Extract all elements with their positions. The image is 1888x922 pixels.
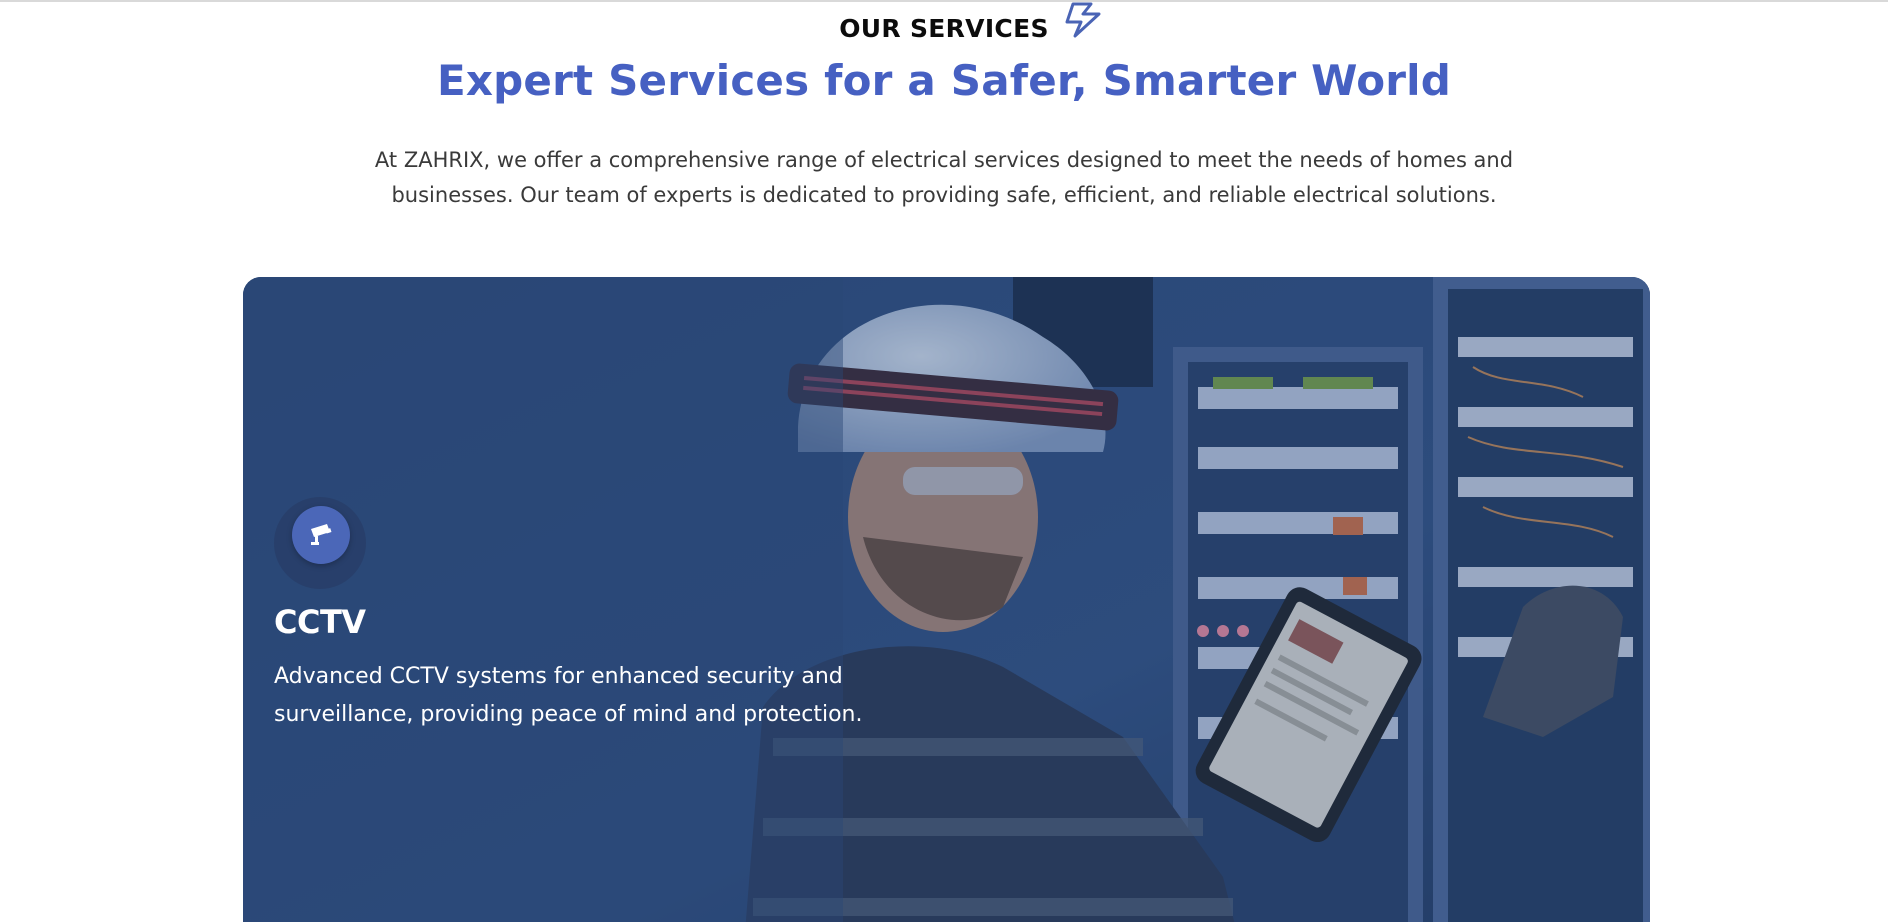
lightning-bolt-icon	[1065, 2, 1101, 38]
top-divider	[0, 0, 1888, 2]
section-headline: Expert Services for a Safer, Smarter Wor…	[436, 56, 1452, 105]
service-card-cctv[interactable]: CCTV Advanced CCTV systems for enhanced …	[243, 277, 1650, 922]
service-title: CCTV	[274, 603, 366, 641]
electrician-photo	[243, 277, 1650, 922]
cctv-camera-glyph	[311, 524, 332, 545]
services-section: OUR SERVICES Expert Services for a Safer…	[0, 0, 1888, 922]
service-description: Advanced CCTV systems for enhanced secur…	[274, 664, 863, 727]
section-intro: At ZAHRIX, we offer a comprehensive rang…	[374, 148, 1514, 207]
cctv-camera-icon	[292, 506, 350, 564]
eyebrow-wrapper: OUR SERVICES	[839, 2, 1101, 43]
eyebrow-label: OUR SERVICES	[839, 14, 1049, 43]
section-eyebrow: OUR SERVICES	[0, 2, 1888, 43]
